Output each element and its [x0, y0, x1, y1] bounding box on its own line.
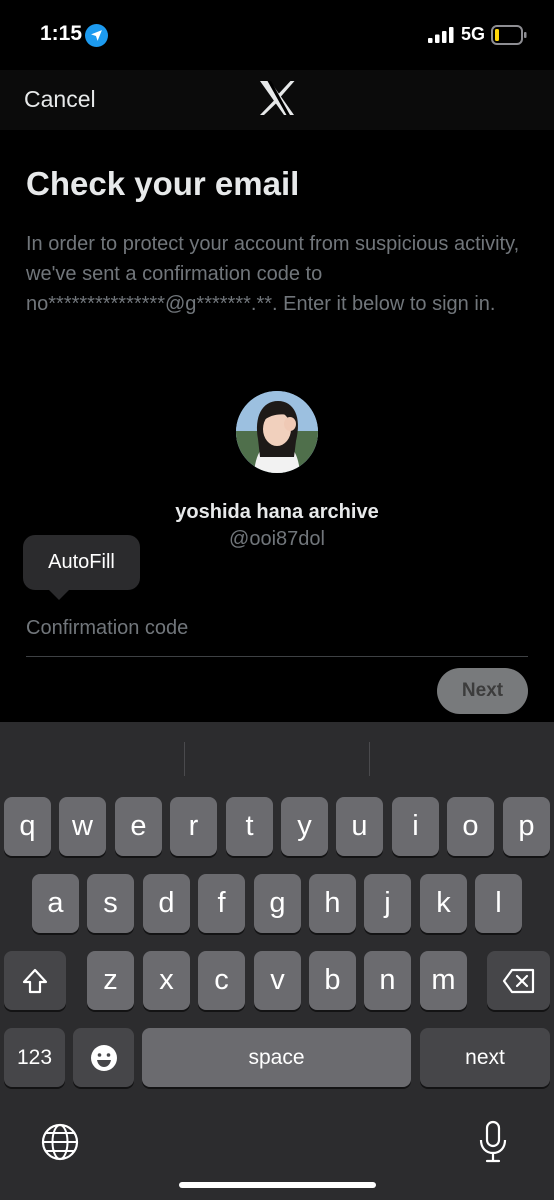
key-i[interactable]: i — [392, 797, 439, 856]
home-indicator — [179, 1182, 376, 1188]
suggestion-divider — [369, 742, 370, 776]
key-w[interactable]: w — [59, 797, 106, 856]
key-l[interactable]: l — [475, 874, 522, 933]
page-title: Check your email — [26, 165, 300, 202]
input-underline — [26, 656, 528, 657]
globe-icon[interactable] — [40, 1122, 80, 1162]
key-k[interactable]: k — [420, 874, 467, 933]
key-g[interactable]: g — [254, 874, 301, 933]
key-v[interactable]: v — [254, 951, 301, 1010]
key-m[interactable]: m — [420, 951, 467, 1010]
emoji-icon — [90, 1044, 117, 1071]
shift-icon — [22, 968, 48, 993]
autofill-tooltip-arrow — [48, 589, 70, 600]
backspace-icon — [502, 968, 534, 993]
x-logo-icon — [260, 81, 295, 115]
key-r[interactable]: r — [170, 797, 217, 856]
key-j[interactable]: j — [364, 874, 411, 933]
next-button[interactable]: Next — [437, 668, 528, 714]
emoji-key[interactable] — [73, 1028, 134, 1087]
key-x[interactable]: x — [143, 951, 190, 1010]
key-q[interactable]: q — [4, 797, 51, 856]
cellular-signal-icon — [428, 27, 454, 43]
key-e[interactable]: e — [115, 797, 162, 856]
key-s[interactable]: s — [87, 874, 134, 933]
key-u[interactable]: u — [336, 797, 383, 856]
network-type: 5G — [461, 24, 486, 44]
next-return-key[interactable]: next — [420, 1028, 550, 1087]
confirmation-code-input[interactable] — [26, 608, 528, 648]
key-p[interactable]: p — [503, 797, 550, 856]
key-b[interactable]: b — [309, 951, 356, 1010]
key-z[interactable]: z — [87, 951, 134, 1010]
delete-key[interactable] — [487, 951, 550, 1010]
numbers-key[interactable]: 123 — [4, 1028, 65, 1087]
key-a[interactable]: a — [32, 874, 79, 933]
key-f[interactable]: f — [198, 874, 245, 933]
avatar — [236, 391, 318, 473]
key-c[interactable]: c — [198, 951, 245, 1010]
space-key[interactable]: space — [142, 1028, 411, 1087]
status-time: 1:15 — [40, 22, 83, 45]
shift-key[interactable] — [4, 951, 66, 1010]
cancel-button[interactable]: Cancel — [24, 86, 96, 113]
microphone-icon[interactable] — [478, 1120, 508, 1164]
status-bar: 1:15 5G — [0, 0, 554, 70]
location-arrow-icon — [85, 24, 108, 47]
suggestion-divider — [184, 742, 185, 776]
key-d[interactable]: d — [143, 874, 190, 933]
autofill-button[interactable]: AutoFill — [23, 535, 140, 590]
key-t[interactable]: t — [226, 797, 273, 856]
page-description: In order to protect your account from su… — [26, 233, 520, 315]
key-n[interactable]: n — [364, 951, 411, 1010]
account-display-name: yoshida hana archive — [175, 501, 379, 523]
key-y[interactable]: y — [281, 797, 328, 856]
battery-low-icon — [491, 25, 527, 45]
key-h[interactable]: h — [309, 874, 356, 933]
key-o[interactable]: o — [447, 797, 494, 856]
